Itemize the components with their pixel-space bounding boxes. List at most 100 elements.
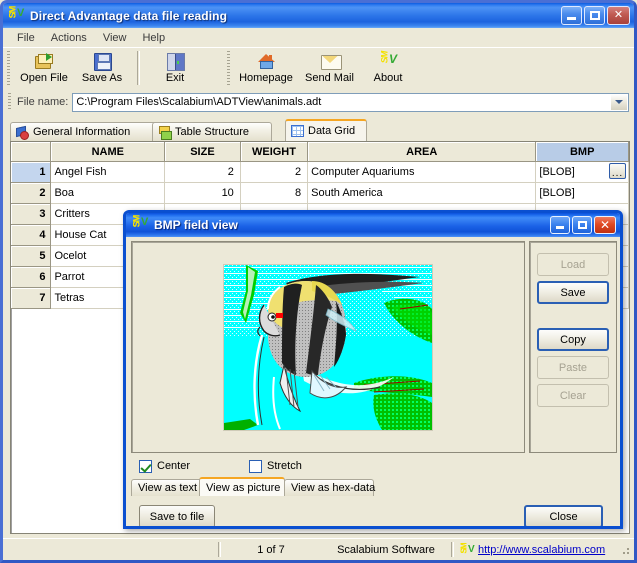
row-number[interactable]: 6 — [11, 266, 52, 288]
menu-item-view[interactable]: View — [95, 30, 135, 46]
status-website-link[interactable]: http://www.scalabium.com — [478, 544, 605, 556]
maximize-button[interactable] — [572, 216, 592, 234]
toolbar: Open File Save As Exit Homepage Send Mai… — [3, 47, 634, 90]
menu-item-file[interactable]: File — [9, 30, 43, 46]
file-name-row: File name: C:\Program Files\Scalabium\AD… — [3, 90, 634, 114]
tab-general-information[interactable]: General Information — [10, 122, 161, 141]
about-button[interactable]: SM V About — [361, 50, 415, 88]
save-button[interactable]: Save — [537, 281, 609, 304]
row-number[interactable]: 1 — [11, 161, 52, 183]
send-mail-button[interactable]: Send Mail — [298, 50, 361, 88]
file-row-grip[interactable] — [8, 93, 11, 111]
bmp-field-view-dialog: SM V BMP field view ✕ Load Save Copy Pas… — [123, 210, 623, 529]
resize-grip[interactable] — [619, 543, 631, 556]
homepage-button[interactable]: Homepage — [234, 50, 298, 88]
maximize-button[interactable] — [584, 6, 605, 25]
main-tabstrip: General Information Table Structure Data… — [10, 119, 630, 141]
picture-options-row: Center Stretch — [131, 456, 617, 476]
cell-bmp[interactable]: [BLOB] ... — [535, 161, 629, 183]
exit-button[interactable]: Exit — [146, 50, 204, 88]
toolbar-group-file: Open File Save As Exit — [15, 50, 204, 89]
exit-label: Exit — [165, 72, 185, 84]
tab-view-as-text[interactable]: View as text — [131, 479, 203, 496]
chevron-down-icon[interactable] — [610, 94, 627, 110]
file-name-value: C:\Program Files\Scalabium\ADTView\anima… — [76, 96, 322, 108]
dialog-close-button[interactable]: Close — [524, 505, 603, 526]
minimize-button[interactable] — [550, 216, 570, 234]
minimize-button[interactable] — [561, 6, 582, 25]
open-folder-icon — [33, 51, 55, 71]
cell-area[interactable]: South America — [307, 182, 537, 204]
menu-item-actions[interactable]: Actions — [43, 30, 95, 46]
menu-item-help[interactable]: Help — [134, 30, 173, 46]
cell-area[interactable]: Computer Aquariums — [307, 161, 537, 183]
dialog-window-controls: ✕ — [550, 216, 616, 234]
floppy-disk-icon — [91, 51, 113, 71]
row-number[interactable]: 2 — [11, 182, 52, 204]
picture-preview-panel[interactable] — [131, 241, 525, 453]
adv-app-icon: SM V — [7, 6, 25, 19]
grid-icon — [291, 124, 304, 138]
open-file-label: Open File — [20, 72, 68, 84]
tab-table-structure[interactable]: Table Structure — [152, 122, 272, 141]
cell-size[interactable]: 2 — [164, 161, 241, 183]
grid-header-weight[interactable]: WEIGHT — [240, 142, 309, 162]
grid-header-bmp[interactable]: BMP — [535, 142, 629, 162]
structure-icon — [158, 125, 172, 140]
tab-view-as-picture[interactable]: View as picture — [199, 477, 285, 496]
cell-weight[interactable]: 2 — [240, 161, 309, 183]
status-link-cell[interactable]: SM V http://www.scalabium.com — [454, 542, 606, 558]
grid-header-size[interactable]: SIZE — [164, 142, 241, 162]
row-number[interactable]: 7 — [11, 287, 52, 309]
checkbox-checked-icon[interactable] — [139, 459, 152, 473]
save-to-file-button[interactable]: Save to file — [139, 505, 215, 526]
save-as-button[interactable]: Save As — [73, 50, 131, 88]
envelope-icon — [319, 51, 342, 71]
tab-data-grid[interactable]: Data Grid — [285, 119, 367, 141]
tab-view-as-hex-data[interactable]: View as hex-data — [284, 479, 376, 496]
row-number[interactable]: 5 — [11, 245, 52, 267]
open-file-button[interactable]: Open File — [15, 50, 73, 88]
center-checkbox[interactable]: Center — [139, 459, 249, 473]
application-window: SM V Direct Advantage data file reading ✕… — [0, 0, 637, 563]
center-checkbox-label: Center — [157, 460, 191, 472]
tab-data-grid-label: Data Grid — [308, 125, 356, 137]
table-row[interactable]: 2 Boa 10 8 South America [BLOB] — [11, 182, 629, 204]
grid-header-rownum[interactable] — [11, 142, 52, 162]
stretch-checkbox[interactable]: Stretch — [249, 459, 302, 473]
status-vendor: Scalabium Software — [337, 543, 435, 556]
cell-name[interactable]: Angel Fish — [50, 161, 166, 183]
paste-button[interactable]: Paste — [537, 356, 609, 379]
toolbar-grip[interactable] — [7, 51, 10, 87]
grid-header-area[interactable]: AREA — [307, 142, 537, 162]
cell-size[interactable]: 10 — [164, 182, 241, 204]
checkbox-unchecked-icon[interactable] — [249, 459, 262, 473]
copy-button[interactable]: Copy — [537, 328, 609, 351]
tab-view-as-hex-data-label: View as hex-data — [291, 482, 376, 494]
status-empty-1 — [3, 542, 218, 558]
close-button[interactable]: ✕ — [607, 6, 630, 25]
tab-view-as-picture-label: View as picture — [206, 481, 281, 494]
dialog-titlebar: SM V BMP field view ✕ — [126, 213, 620, 237]
row-number[interactable]: 4 — [11, 224, 52, 246]
row-number[interactable]: 3 — [11, 203, 52, 225]
clear-button[interactable]: Clear — [537, 384, 609, 407]
menubar: File Actions View Help — [3, 28, 634, 47]
grid-header-name[interactable]: NAME — [50, 142, 166, 162]
image-actions-panel: Load Save Copy Paste Clear — [529, 241, 617, 453]
about-label: About — [373, 72, 403, 84]
exit-door-icon — [164, 51, 186, 71]
window-title: Direct Advantage data file reading — [30, 8, 228, 23]
cell-bmp[interactable]: [BLOB] — [535, 182, 629, 204]
window-titlebar: SM V Direct Advantage data file reading ✕ — [3, 3, 634, 28]
angelfish-image — [224, 264, 432, 430]
cell-weight[interactable]: 8 — [240, 182, 309, 204]
close-button[interactable]: ✕ — [594, 216, 616, 234]
bmp-ellipsis-button[interactable]: ... — [609, 163, 626, 179]
toolbar-grip-2[interactable] — [227, 51, 230, 85]
table-row[interactable]: 1 Angel Fish 2 2 Computer Aquariums [BLO… — [11, 161, 629, 183]
file-name-combobox[interactable]: C:\Program Files\Scalabium\ADTView\anima… — [72, 92, 629, 112]
cell-name[interactable]: Boa — [50, 182, 166, 204]
file-name-label: File name: — [17, 96, 69, 108]
load-button[interactable]: Load — [537, 253, 609, 276]
